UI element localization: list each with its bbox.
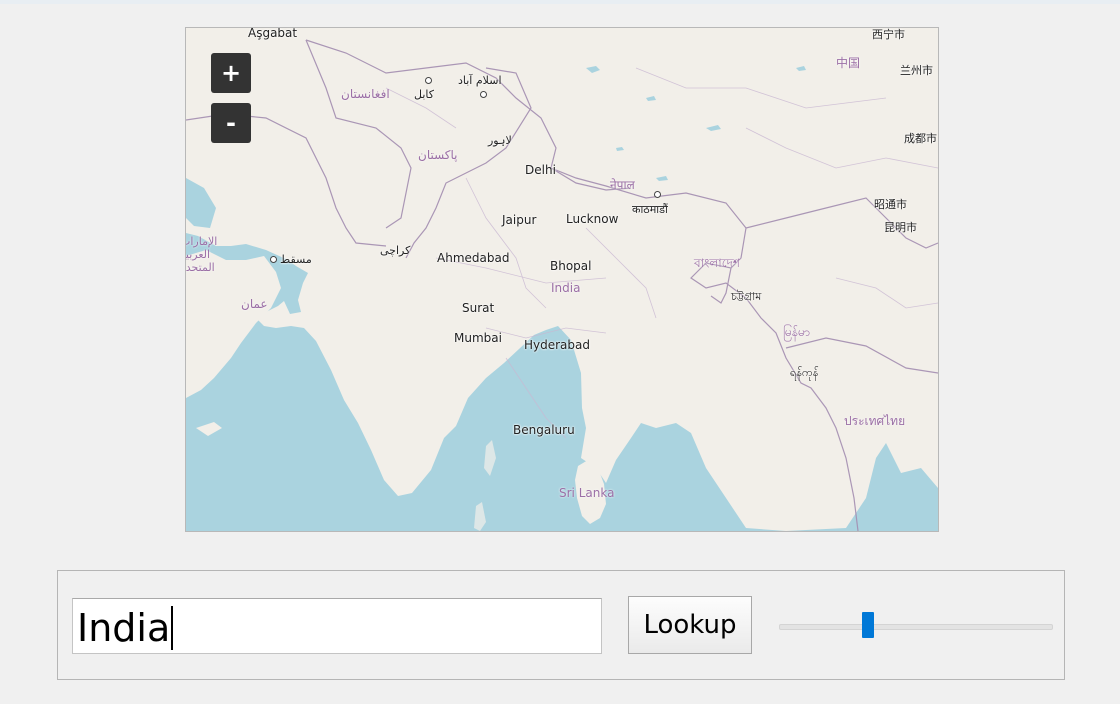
- city-label-muscat: مسقط: [280, 253, 312, 266]
- city-label-asgabat: Aşgabat: [248, 27, 298, 40]
- city-label-karachi: کراچی: [380, 244, 411, 257]
- search-input-value: India: [77, 606, 171, 650]
- map-tiles: [186, 28, 938, 531]
- zoom-slider-handle[interactable]: [862, 612, 875, 638]
- country-label-afghanistan: افغانستان: [341, 87, 390, 101]
- search-input[interactable]: India: [72, 598, 602, 654]
- city-label-islamabad: اسلام آباد: [458, 74, 502, 87]
- zoom-in-button[interactable]: +: [211, 53, 251, 93]
- zoom-out-button[interactable]: -: [211, 103, 251, 143]
- city-label-ahmedabad: Ahmedabad: [437, 251, 510, 265]
- country-label-myanmar: မြန်မာ: [783, 325, 810, 339]
- country-label-bangladesh: বাংলাদেশ: [694, 256, 740, 270]
- lookup-panel: India Lookup: [57, 570, 1065, 680]
- lookup-button[interactable]: Lookup: [628, 596, 752, 654]
- kabul-marker: [425, 77, 432, 84]
- city-label-jaipur: Jaipur: [502, 213, 537, 227]
- city-label-zhaotong: 昭通市: [874, 198, 907, 211]
- country-label-pakistan: پاکستان: [418, 148, 458, 162]
- city-label-bengaluru: Bengaluru: [513, 423, 575, 437]
- kathmandu-marker: [654, 191, 661, 198]
- map-view[interactable]: + - Aşgabat کابل اسلام آباد لاہور Delhi …: [185, 27, 939, 532]
- city-label-xining: 西宁市: [872, 28, 905, 41]
- city-label-kathmandu: काठमाडौं: [632, 203, 668, 216]
- country-label-uae: الإمارات العربية المتحدة: [185, 235, 218, 274]
- zoom-slider-track[interactable]: [779, 624, 1053, 630]
- country-label-china: 中国: [836, 56, 861, 70]
- text-caret: [171, 606, 174, 650]
- country-label-india: India: [551, 281, 581, 295]
- country-label-sri-lanka: Sri Lanka: [559, 486, 615, 500]
- muscat-marker: [270, 256, 277, 263]
- country-label-nepal: नेपाल: [610, 178, 635, 192]
- window-top-edge: [0, 0, 1120, 4]
- city-label-chittagong: চট্টগ্রাম: [731, 290, 762, 303]
- city-label-kabul: کابل: [414, 88, 434, 101]
- city-label-bhopal: Bhopal: [550, 259, 592, 273]
- city-label-delhi: Delhi: [525, 163, 556, 177]
- city-label-yangon: ရန်ကုန်: [790, 366, 819, 379]
- city-label-lucknow: Lucknow: [566, 212, 619, 226]
- country-label-oman: عمان: [241, 297, 268, 311]
- city-label-chengdu: 成都市: [904, 132, 937, 145]
- islamabad-marker: [480, 91, 487, 98]
- city-label-hyderabad: Hyderabad: [524, 338, 590, 352]
- country-label-thailand: ประเทศไทย: [844, 414, 906, 428]
- city-label-mumbai: Mumbai: [454, 331, 502, 345]
- city-label-kunming: 昆明市: [884, 221, 917, 234]
- city-label-lahore: لاہور: [488, 134, 512, 147]
- city-label-lanzhou: 兰州市: [900, 64, 933, 77]
- city-label-surat: Surat: [462, 301, 495, 315]
